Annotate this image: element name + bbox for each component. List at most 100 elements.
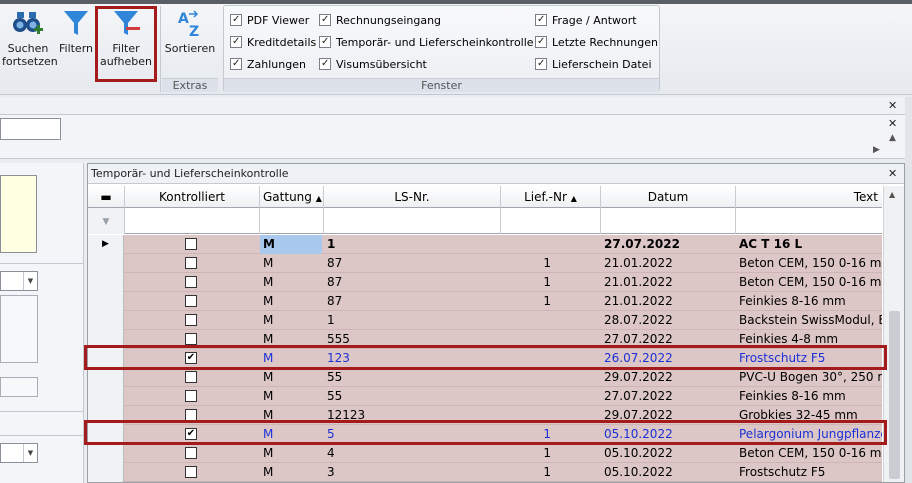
- window-toggle-letzte-rechnungen[interactable]: Letzte Rechnungen: [535, 34, 658, 51]
- col-header-ls-nr[interactable]: LS-Nr.: [324, 186, 501, 208]
- cell-lief-nr[interactable]: 1: [501, 273, 551, 292]
- window-toggle-temporaer-lieferscheinkontrolle[interactable]: Temporär- und Lieferscheinkontrolle: [319, 34, 534, 51]
- filter-datum[interactable]: [601, 208, 736, 234]
- filter-gattung[interactable]: [260, 208, 324, 234]
- filter-button[interactable]: Filtern: [57, 8, 95, 76]
- close-icon[interactable]: ✕: [888, 117, 897, 130]
- cell-datum[interactable]: 21.01.2022: [604, 273, 734, 292]
- left-combo-2[interactable]: ▼: [0, 443, 38, 463]
- cell-ls-nr[interactable]: 87: [327, 292, 499, 311]
- chevron-down-icon[interactable]: ▼: [23, 444, 37, 462]
- cell-ls-nr[interactable]: 55: [327, 387, 499, 406]
- cell-ls-nr[interactable]: 4: [327, 444, 499, 463]
- row-indicator[interactable]: [88, 387, 124, 406]
- chevron-down-icon[interactable]: ▼: [23, 272, 37, 290]
- cell-lief-nr[interactable]: [501, 235, 551, 254]
- cell-ls-nr[interactable]: 3: [327, 463, 499, 482]
- cell-gattung[interactable]: M: [263, 387, 321, 406]
- window-toggle-frage-antwort[interactable]: Frage / Antwort: [535, 12, 637, 29]
- select-all-header[interactable]: ▬: [88, 186, 125, 208]
- col-header-datum[interactable]: Datum: [601, 186, 736, 208]
- cell-text[interactable]: Feinkies 8-16 mm: [739, 292, 882, 311]
- row-indicator[interactable]: [88, 292, 124, 311]
- cell-ls-nr[interactable]: 1: [327, 311, 499, 330]
- scroll-right-icon[interactable]: ▶: [873, 145, 880, 155]
- cell-gattung[interactable]: M: [260, 235, 322, 254]
- cell-text[interactable]: PVC-U Bogen 30°, 250 mm: [739, 368, 882, 387]
- col-header-lief-nr[interactable]: Lief.-Nr ▲: [501, 186, 601, 208]
- table-row[interactable]: M 87 1 21.01.2022 Beton CEM, 150 0-16 mm: [88, 273, 882, 292]
- cell-text[interactable]: Backstein SwissModul, B: [739, 311, 882, 330]
- kontrolliert-checkbox[interactable]: [185, 466, 197, 478]
- checkbox-icon[interactable]: [535, 12, 547, 28]
- checkbox-icon[interactable]: [230, 56, 242, 72]
- checkbox-icon[interactable]: [230, 34, 242, 50]
- cell-lief-nr[interactable]: [501, 387, 551, 406]
- col-header-gattung[interactable]: Gattung ▲: [260, 186, 324, 208]
- cell-text[interactable]: Feinkies 8-16 mm: [739, 387, 882, 406]
- row-indicator[interactable]: [88, 311, 124, 330]
- close-icon[interactable]: ✕: [888, 99, 897, 112]
- window-toggle-lieferschein-datei[interactable]: Lieferschein Datei: [535, 56, 652, 73]
- cell-datum[interactable]: 05.10.2022: [604, 463, 734, 482]
- cell-datum[interactable]: 27.07.2022: [604, 235, 734, 254]
- kontrolliert-checkbox[interactable]: [185, 371, 197, 383]
- top-detail-input[interactable]: [0, 118, 61, 140]
- cell-text[interactable]: Beton CEM, 150 0-16 mm: [739, 444, 882, 463]
- kontrolliert-checkbox[interactable]: [185, 295, 197, 307]
- filter-lief-nr[interactable]: [501, 208, 601, 234]
- cell-gattung[interactable]: M: [263, 444, 321, 463]
- row-indicator[interactable]: [88, 273, 124, 292]
- left-list-box[interactable]: [0, 295, 38, 363]
- cell-datum[interactable]: 21.01.2022: [604, 254, 734, 273]
- cell-datum[interactable]: 05.10.2022: [604, 444, 734, 463]
- window-toggle-pdf-viewer[interactable]: PDF Viewer: [230, 12, 309, 29]
- cell-datum[interactable]: 21.01.2022: [604, 292, 734, 311]
- filter-kontrolliert[interactable]: [125, 208, 260, 234]
- table-row[interactable]: M 4 1 05.10.2022 Beton CEM, 150 0-16 mm: [88, 444, 882, 463]
- checkbox-icon[interactable]: [535, 34, 547, 50]
- table-row[interactable]: M 87 1 21.01.2022 Feinkies 8-16 mm: [88, 292, 882, 311]
- left-combo-1[interactable]: ▼: [0, 271, 38, 291]
- note-box[interactable]: [0, 175, 37, 253]
- kontrolliert-checkbox[interactable]: [185, 276, 197, 288]
- cell-lief-nr[interactable]: 1: [501, 254, 551, 273]
- row-indicator[interactable]: ▶: [88, 235, 124, 254]
- checkbox-icon[interactable]: [535, 56, 547, 72]
- table-row[interactable]: M 1 28.07.2022 Backstein SwissModul, B: [88, 311, 882, 330]
- kontrolliert-checkbox[interactable]: [185, 257, 197, 269]
- kontrolliert-checkbox[interactable]: [185, 390, 197, 402]
- table-row[interactable]: M 87 1 21.01.2022 Beton CEM, 150 0-16 mm: [88, 254, 882, 273]
- cell-lief-nr[interactable]: [501, 311, 551, 330]
- left-field-box[interactable]: [0, 377, 38, 397]
- window-toggle-rechnungseingang[interactable]: Rechnungseingang: [319, 12, 441, 29]
- row-indicator[interactable]: [88, 368, 124, 387]
- checkbox-icon[interactable]: [319, 56, 331, 72]
- scroll-up-icon[interactable]: ▲: [889, 190, 895, 199]
- cell-gattung[interactable]: M: [263, 254, 321, 273]
- cell-gattung[interactable]: M: [263, 273, 321, 292]
- table-row[interactable]: M 55 29.07.2022 PVC-U Bogen 30°, 250 mm: [88, 368, 882, 387]
- cell-ls-nr[interactable]: 87: [327, 273, 499, 292]
- col-header-text[interactable]: Text: [736, 186, 882, 208]
- checkbox-icon[interactable]: [230, 12, 242, 28]
- sort-button[interactable]: A Z Sortieren: [162, 8, 218, 76]
- table-row[interactable]: ▶ M 1 27.07.2022 AC T 16 L: [88, 235, 882, 254]
- scroll-up-icon[interactable]: ▲: [889, 133, 896, 143]
- cell-gattung[interactable]: M: [263, 311, 321, 330]
- close-icon[interactable]: ✕: [888, 167, 897, 180]
- window-toggle-zahlungen[interactable]: Zahlungen: [230, 56, 306, 73]
- cell-datum[interactable]: 29.07.2022: [604, 368, 734, 387]
- cell-gattung[interactable]: M: [263, 463, 321, 482]
- cell-lief-nr[interactable]: 1: [501, 444, 551, 463]
- checkbox-icon[interactable]: [319, 34, 331, 50]
- window-toggle-kreditdetails[interactable]: Kreditdetails: [230, 34, 316, 51]
- col-header-kontrolliert[interactable]: Kontrolliert: [125, 186, 260, 208]
- cell-datum[interactable]: 27.07.2022: [604, 387, 734, 406]
- row-indicator[interactable]: [88, 254, 124, 273]
- cell-lief-nr[interactable]: 1: [501, 463, 551, 482]
- kontrolliert-checkbox[interactable]: [185, 333, 197, 345]
- table-row[interactable]: M 55 27.07.2022 Feinkies 8-16 mm: [88, 387, 882, 406]
- search-continue-button[interactable]: Suchen fortsetzen: [2, 8, 58, 76]
- filter-ls-nr[interactable]: [324, 208, 501, 234]
